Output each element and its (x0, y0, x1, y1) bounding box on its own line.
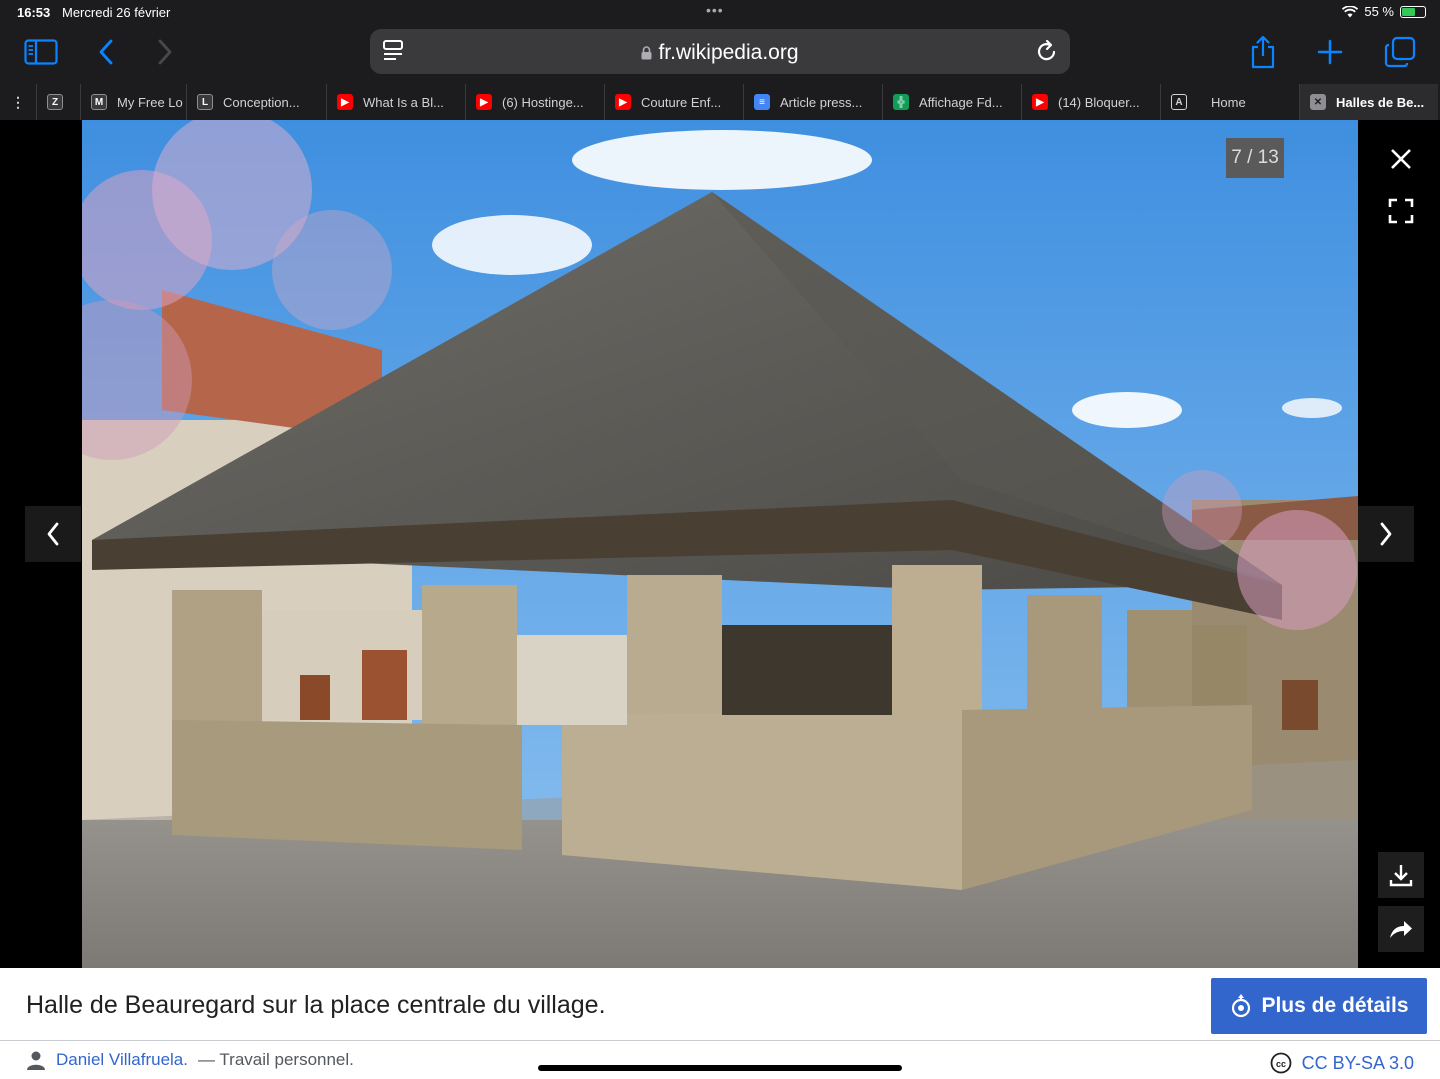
chevron-left-icon (47, 522, 59, 546)
sheets-icon: ╬ (893, 94, 909, 110)
tab-overview-icon[interactable] (1380, 36, 1420, 68)
status-indicators: 55 % (1342, 4, 1426, 19)
divider (0, 1040, 1440, 1041)
author-note: — Travail personnel. (197, 1050, 354, 1069)
tab-overflow-icon[interactable]: ⋮ (0, 84, 36, 120)
tab-label: My Free Lo (117, 94, 183, 110)
favicon-a-icon: A (1171, 94, 1187, 110)
status-date: Mercredi 26 février (62, 5, 171, 20)
image-counter: 7 / 13 (1226, 138, 1284, 178)
tab-bar: ⋮ Z M My Free Lo L Conception... ▶ What Is … (0, 84, 1440, 120)
tab-item[interactable]: Z (36, 84, 80, 120)
author-link[interactable]: Daniel Villafruela. (56, 1050, 188, 1070)
tab-item[interactable]: ╬ Affichage Fd... (882, 84, 1021, 120)
caption-panel: Halle de Beauregard sur la place central… (0, 968, 1440, 1079)
user-icon (27, 1051, 45, 1070)
media-viewer: 7 / 13 (0, 120, 1440, 968)
url-display[interactable]: fr.wikipedia.org (370, 41, 1070, 65)
home-indicator[interactable] (538, 1065, 902, 1071)
close-icon[interactable] (1378, 136, 1424, 182)
wifi-icon (1342, 5, 1359, 17)
previous-image-button[interactable] (25, 506, 81, 562)
youtube-icon: ▶ (615, 94, 631, 110)
url-text: fr.wikipedia.org (658, 41, 799, 64)
youtube-icon: ▶ (337, 94, 353, 110)
tab-label: (6) Hostinge... (502, 94, 584, 110)
favicon-z-icon: Z (47, 94, 63, 110)
image-caption: Halle de Beauregard sur la place central… (26, 991, 606, 1019)
tab-close-icon[interactable]: ✕ (1310, 94, 1326, 110)
tab-label: Article press... (780, 94, 863, 110)
share-icon[interactable] (1243, 35, 1283, 69)
tab-label: Home (1211, 94, 1246, 110)
more-details-label: Plus de détails (1261, 994, 1409, 1017)
reload-icon[interactable] (1036, 39, 1058, 68)
fullscreen-icon[interactable] (1378, 188, 1424, 234)
tab-label: Couture Enf... (641, 94, 722, 110)
tab-label: What Is a Bl... (363, 94, 444, 110)
battery-icon (1400, 5, 1426, 18)
battery-percent: 55 % (1364, 4, 1394, 19)
author-row: Daniel Villafruela. — Travail personnel. (26, 1050, 354, 1070)
favicon-l-icon: L (197, 94, 213, 110)
more-details-button[interactable]: Plus de détails (1211, 978, 1427, 1034)
favicon-m-icon: M (91, 94, 107, 110)
youtube-icon: ▶ (1032, 94, 1048, 110)
tab-item[interactable]: ▶ Couture Enf... (604, 84, 743, 120)
tab-label: Conception... (223, 94, 300, 110)
tab-label: Affichage Fd... (919, 94, 1003, 110)
sidebar-icon[interactable] (21, 36, 61, 68)
tab-item-active[interactable]: ✕ Halles de Be... (1299, 84, 1438, 120)
next-image-button[interactable] (1358, 506, 1414, 562)
forward-icon[interactable] (145, 36, 185, 68)
new-tab-icon[interactable] (1310, 36, 1350, 68)
chevron-right-icon (1380, 522, 1392, 546)
tab-label: Halles de Be... (1336, 94, 1425, 110)
tab-item[interactable]: A Home (1160, 84, 1299, 120)
status-bar: 16:53 Mercredi 26 février ••• 55 % (0, 0, 1440, 26)
address-bar[interactable]: fr.wikipedia.org (370, 29, 1070, 74)
svg-text:cc: cc (1276, 1059, 1286, 1069)
multitasking-dots-icon[interactable]: ••• (706, 2, 724, 18)
tab-item[interactable]: ▶ (14) Bloquer... (1021, 84, 1160, 120)
license-link[interactable]: cc CC BY-SA 3.0 (1270, 1052, 1414, 1074)
share-image-icon[interactable] (1378, 906, 1424, 952)
license-label: CC BY-SA 3.0 (1301, 1052, 1414, 1073)
back-icon[interactable] (86, 36, 126, 68)
tab-item[interactable]: ≡ Article press... (743, 84, 882, 120)
tab-item[interactable]: L Conception... (186, 84, 326, 120)
tab-item[interactable]: ▶ (6) Hostinge... (465, 84, 604, 120)
youtube-icon: ▶ (476, 94, 492, 110)
lock-icon (641, 42, 652, 60)
halle-photo (82, 120, 1358, 968)
tab-item[interactable]: ▶ What Is a Bl... (326, 84, 465, 120)
tab-item[interactable]: M My Free Lo (80, 84, 186, 120)
creative-commons-icon: cc (1270, 1052, 1291, 1074)
browser-toolbar: fr.wikipedia.org (0, 26, 1440, 84)
download-icon[interactable] (1378, 852, 1424, 898)
status-time: 16:53 (17, 5, 51, 20)
docs-icon: ≡ (754, 94, 770, 110)
commons-icon (1232, 994, 1251, 1018)
tab-label: (14) Bloquer... (1058, 94, 1140, 110)
